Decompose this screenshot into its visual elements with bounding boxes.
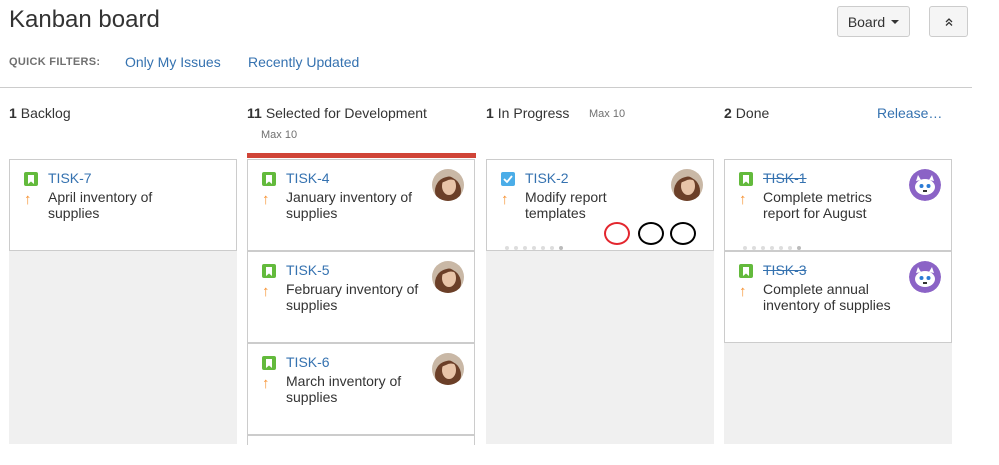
column-count: 1 (9, 105, 17, 121)
priority-arrow-up-icon: ↑ (739, 283, 747, 300)
column-count: 11 (247, 105, 262, 121)
column-count: 1 (486, 105, 494, 121)
column-name: Selected for Development (265, 105, 427, 121)
issue-key[interactable]: TISK-5 (286, 262, 330, 278)
issue-key[interactable]: TISK-1 (763, 170, 807, 186)
issue-key[interactable]: TISK-4 (286, 170, 330, 186)
story-icon (262, 172, 276, 186)
annotation-circle-red (604, 222, 630, 245)
days-in-column-dots (505, 246, 563, 250)
priority-arrow-up-icon: ↑ (262, 191, 270, 208)
issue-key[interactable]: TISK-2 (525, 170, 569, 186)
column-header-in-progress: 1 In Progress (486, 105, 569, 121)
priority-arrow-up-icon: ↑ (739, 191, 747, 208)
issue-card-tisk-3[interactable]: TISK-3 ↑ Complete annual inventory of su… (724, 251, 952, 343)
task-checkbox-icon (501, 172, 515, 186)
quick-filters-label: QUICK FILTERS: (9, 56, 101, 68)
release-link[interactable]: Release… (877, 105, 942, 121)
story-icon (262, 356, 276, 370)
wip-limit-exceeded-bar (247, 153, 476, 158)
issue-summary: January inventory of supplies (286, 189, 413, 221)
issue-card-tisk-1[interactable]: TISK-1 ↑ Complete metrics report for Aug… (724, 159, 952, 251)
column-name: Done (735, 105, 770, 121)
assignee-avatar[interactable] (432, 169, 464, 201)
column-name: In Progress (497, 105, 570, 121)
issue-key[interactable]: TISK-3 (763, 262, 807, 278)
board-dropdown-button[interactable]: Board (837, 6, 910, 37)
issue-summary: Modify report templates (525, 189, 607, 221)
column-count: 2 (724, 105, 732, 121)
priority-arrow-up-icon: ↑ (501, 191, 509, 208)
priority-arrow-up-icon: ↑ (262, 375, 270, 392)
column-max-selected: Max 10 (261, 129, 298, 141)
collapse-button[interactable] (929, 6, 968, 37)
assignee-avatar[interactable] (432, 353, 464, 385)
issue-summary: April inventory of supplies (48, 189, 153, 221)
assignee-avatar[interactable] (671, 169, 703, 201)
assignee-avatar[interactable] (909, 261, 941, 293)
column-header-backlog: 1 Backlog (9, 105, 71, 121)
page-title: Kanban board (9, 6, 160, 33)
annotation-circle (670, 222, 696, 245)
priority-arrow-up-icon: ↑ (262, 283, 270, 300)
column-name: Backlog (20, 105, 71, 121)
issue-card-tisk-6[interactable]: TISK-6 ↑ March inventory of supplies (247, 343, 475, 435)
priority-arrow-up-icon: ↑ (24, 191, 32, 208)
assignee-avatar[interactable] (432, 261, 464, 293)
divider (0, 87, 972, 88)
issue-summary: Complete metrics report for August (763, 189, 872, 221)
story-icon (262, 264, 276, 278)
issue-card-tisk-7[interactable]: TISK-7 ↑ April inventory of supplies (9, 159, 237, 251)
issue-summary: Complete annual inventory of supplies (763, 281, 891, 313)
double-chevron-up-icon (945, 17, 952, 26)
caret-down-icon (891, 19, 900, 24)
issue-card-tisk-4[interactable]: TISK-4 ↑ January inventory of supplies (247, 159, 475, 251)
issue-card-tisk-5[interactable]: TISK-5 ↑ February inventory of supplies (247, 251, 475, 343)
issue-key[interactable]: TISK-6 (286, 354, 330, 370)
annotation-circle (638, 222, 664, 245)
column-header-done: 2 Done (724, 105, 769, 121)
story-icon (739, 172, 753, 186)
quick-filter-only-my-issues[interactable]: Only My Issues (125, 54, 221, 70)
issue-summary: February inventory of supplies (286, 281, 419, 313)
board-button-label: Board (847, 13, 886, 30)
column-max-in-progress: Max 10 (589, 108, 626, 120)
issue-card-partial (247, 435, 475, 445)
assignee-avatar[interactable] (909, 169, 941, 201)
quick-filter-recently-updated[interactable]: Recently Updated (248, 54, 359, 70)
issue-key[interactable]: TISK-7 (48, 170, 92, 186)
column-header-selected: 11 Selected for Development (247, 105, 427, 121)
issue-card-tisk-2[interactable]: TISK-2 ↑ Modify report templates (486, 159, 714, 251)
story-icon (24, 172, 38, 186)
story-icon (739, 264, 753, 278)
days-in-column-dots (743, 246, 801, 250)
issue-summary: March inventory of supplies (286, 373, 402, 405)
